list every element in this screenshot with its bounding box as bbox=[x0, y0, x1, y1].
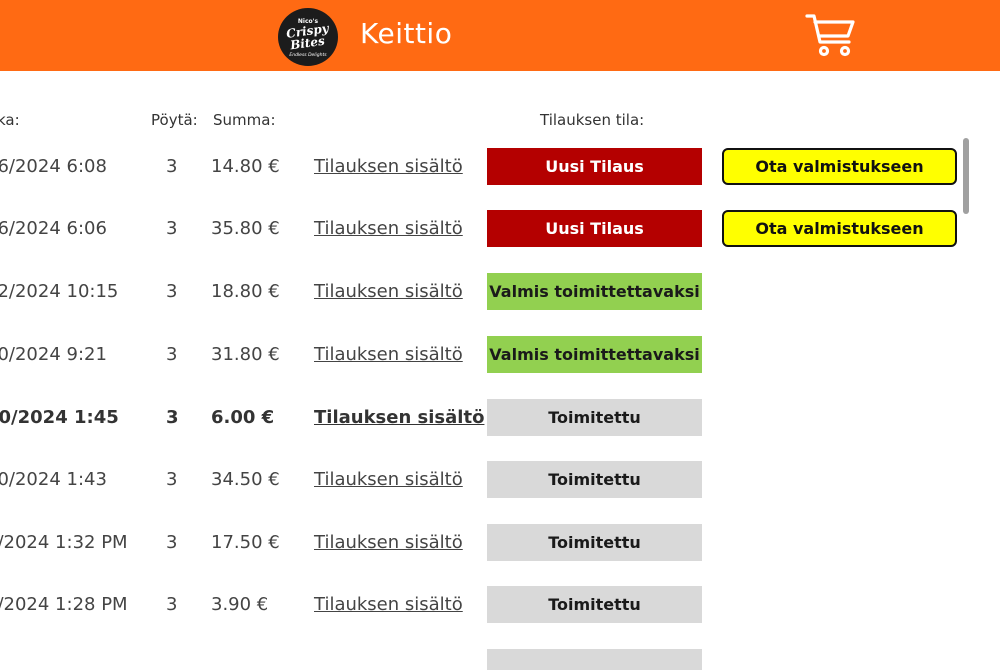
order-table: 3 bbox=[166, 594, 178, 615]
order-time: 16/2024 6:06 bbox=[0, 218, 107, 239]
order-content-link[interactable]: Tilauksen sisältö bbox=[314, 532, 463, 553]
app-header: Nico's Crispy Bites Endless Delights Kei… bbox=[0, 0, 1000, 71]
status-badge-new: Uusi Tilaus bbox=[487, 148, 702, 185]
start-preparation-button[interactable]: Ota valmistukseen bbox=[722, 148, 957, 185]
order-sum: 6.00 € bbox=[211, 407, 275, 428]
order-row: 12/2024 10:15 3 18.80 € Tilauksen sisält… bbox=[0, 273, 1000, 310]
order-table: 3 bbox=[166, 407, 179, 428]
crispy-bites-logo: Nico's Crispy Bites Endless Delights bbox=[278, 8, 338, 66]
status-badge-delivered: Toimitettu bbox=[487, 399, 702, 436]
order-content-link[interactable]: Tilauksen sisältö bbox=[314, 407, 484, 428]
order-table: 3 bbox=[166, 532, 178, 553]
order-content-link[interactable]: Tilauksen sisältö bbox=[314, 344, 463, 365]
order-row: 10/2024 1:43 3 34.50 € Tilauksen sisältö… bbox=[0, 461, 1000, 498]
status-badge-delivered bbox=[487, 649, 702, 670]
order-content-link[interactable]: Tilauksen sisältö bbox=[314, 594, 463, 615]
column-header-status: Tilauksen tila: bbox=[540, 111, 645, 129]
order-table: 3 bbox=[166, 344, 178, 365]
status-badge-delivered: Toimitettu bbox=[487, 586, 702, 623]
status-badge-ready: Valmis toimittettavaksi bbox=[487, 273, 702, 310]
order-content-link[interactable]: Tilauksen sisältö bbox=[314, 469, 463, 490]
order-row: 16/2024 6:06 3 35.80 € Tilauksen sisältö… bbox=[0, 210, 1000, 247]
order-sum: 14.80 € bbox=[211, 156, 280, 177]
order-sum: 18.80 € bbox=[211, 281, 280, 302]
order-sum: 17.50 € bbox=[211, 532, 280, 553]
order-row: 10/2024 1:45 3 6.00 € Tilauksen sisältö … bbox=[0, 399, 1000, 436]
svg-text:Endless Delights: Endless Delights bbox=[289, 52, 327, 58]
order-time: 16/2024 6:08 bbox=[0, 156, 107, 177]
order-table: 3 bbox=[166, 281, 178, 302]
status-badge-delivered: Toimitettu bbox=[487, 461, 702, 498]
order-sum: 34.50 € bbox=[211, 469, 280, 490]
order-time: 12/2024 10:15 bbox=[0, 281, 119, 302]
order-sum: 35.80 € bbox=[211, 218, 280, 239]
order-table: 3 bbox=[166, 469, 178, 490]
page-title: Keittio bbox=[360, 17, 453, 50]
column-header-time: ka: bbox=[0, 111, 20, 129]
order-time: 9/2024 1:28 PM bbox=[0, 594, 128, 615]
order-row: 10/2024 9:21 3 31.80 € Tilauksen sisältö… bbox=[0, 336, 1000, 373]
order-sum: 3.90 € bbox=[211, 594, 269, 615]
order-time: 10/2024 9:21 bbox=[0, 344, 107, 365]
order-row: 9/2024 1:32 PM 3 17.50 € Tilauksen sisäl… bbox=[0, 524, 1000, 561]
vertical-scrollbar[interactable] bbox=[963, 138, 969, 214]
order-row: 16/2024 6:08 3 14.80 € Tilauksen sisältö… bbox=[0, 148, 1000, 185]
order-table: 3 bbox=[166, 218, 178, 239]
status-badge-delivered: Toimitettu bbox=[487, 524, 702, 561]
column-header-sum: Summa: bbox=[213, 111, 276, 129]
order-content-link[interactable]: Tilauksen sisältö bbox=[314, 156, 463, 177]
order-sum: 31.80 € bbox=[211, 344, 280, 365]
order-content-link[interactable]: Tilauksen sisältö bbox=[314, 281, 463, 302]
status-badge-ready: Valmis toimittettavaksi bbox=[487, 336, 702, 373]
status-badge-new: Uusi Tilaus bbox=[487, 210, 702, 247]
order-time: 10/2024 1:45 bbox=[0, 407, 119, 428]
column-header-table: Pöytä: bbox=[151, 111, 198, 129]
shopping-cart-icon[interactable] bbox=[805, 12, 857, 58]
order-table: 3 bbox=[166, 156, 178, 177]
order-row: 9/2024 1:28 PM 3 3.90 € Tilauksen sisält… bbox=[0, 586, 1000, 623]
start-preparation-button[interactable]: Ota valmistukseen bbox=[722, 210, 957, 247]
order-time: 10/2024 1:43 bbox=[0, 469, 107, 490]
order-time: 9/2024 1:32 PM bbox=[0, 532, 128, 553]
order-content-link[interactable]: Tilauksen sisältö bbox=[314, 218, 463, 239]
